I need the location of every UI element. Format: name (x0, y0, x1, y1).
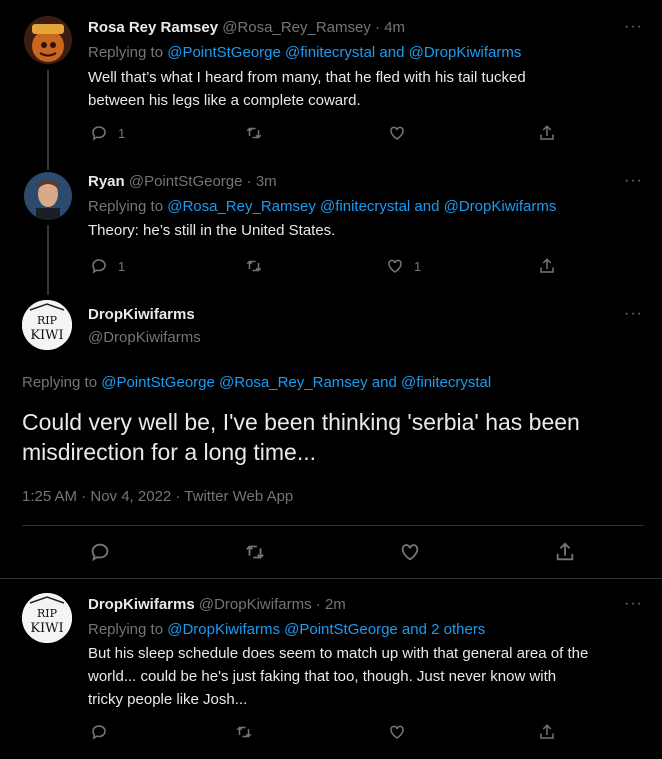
retweet-button[interactable] (243, 541, 267, 563)
reply-count: 1 (118, 258, 126, 274)
heart-icon (390, 126, 404, 140)
replying-to: Replying to @PointStGeorge @Rosa_Rey_Ram… (22, 373, 491, 393)
share-button[interactable] (554, 541, 576, 563)
thread-line (47, 225, 49, 295)
avatar[interactable] (24, 16, 72, 64)
reply-count: 1 (118, 125, 126, 141)
retweet-button[interactable] (244, 124, 264, 142)
reply-icon (92, 126, 106, 141)
tweet-text-line: misdirection for a long time... (22, 439, 317, 465)
heart-icon (390, 725, 404, 739)
display-name[interactable]: Rosa Rey Ramsey (88, 19, 218, 36)
reply-icon (91, 543, 109, 562)
tweet-text-line: tricky people like Josh... (88, 691, 248, 708)
reply-button[interactable]: 1 (90, 257, 125, 275)
replying-label: Replying to (88, 44, 168, 61)
retweet-button[interactable] (234, 723, 254, 741)
tweet-author-handle: @DropKiwifarms (88, 328, 201, 348)
timestamp[interactable]: · 4m (375, 19, 405, 36)
display-name[interactable]: Ryan (88, 173, 125, 190)
tweet-text: Well that’s what I heard from many, that… (88, 66, 648, 112)
tweet-meta[interactable]: 1:25 AM · Nov 4, 2022 · Twitter Web App (22, 487, 293, 507)
share-icon (540, 258, 554, 273)
replying-label: Replying to (88, 198, 168, 215)
display-name[interactable]: DropKiwifarms (88, 306, 195, 323)
share-icon (556, 542, 574, 561)
tweet-text-line: Theory: he’s still in the United States. (88, 222, 336, 239)
more-icon[interactable]: ··· (624, 305, 643, 323)
replying-targets[interactable]: @Rosa_Rey_Ramsey @finitecrystal and @Dro… (167, 198, 556, 215)
tweet-header: Rosa Rey Ramsey @Rosa_Rey_Ramsey · 4m (88, 18, 405, 38)
handle[interactable]: @DropKiwifarms (199, 596, 312, 613)
retweet-icon (246, 545, 264, 559)
tweet-text-line: between his legs like a complete coward. (88, 92, 361, 109)
avatar-text: RIP (37, 314, 58, 327)
like-button[interactable]: 1 (386, 257, 421, 275)
share-icon (540, 724, 554, 739)
more-icon[interactable]: ··· (624, 172, 643, 190)
replying-targets[interactable]: @PointStGeorge @Rosa_Rey_Ramsey and @fin… (101, 374, 491, 391)
tweet-text-line: Well that’s what I heard from many, that… (88, 69, 526, 86)
replying-label: Replying to (22, 374, 102, 391)
avatar[interactable]: RIP KIWI (22, 300, 72, 350)
share-button[interactable] (538, 257, 556, 275)
avatar[interactable]: RIP KIWI (22, 593, 72, 643)
divider (0, 578, 662, 579)
handle[interactable]: @Rosa_Rey_Ramsey (222, 19, 371, 36)
thread-line (47, 70, 49, 170)
heart-icon (388, 259, 402, 273)
tweet-author-name: DropKiwifarms (88, 305, 195, 325)
share-icon (540, 125, 554, 140)
replying-targets[interactable]: @DropKiwifarms @PointStGeorge and 2 othe… (167, 621, 485, 638)
tweet-text: But his sleep schedule does seem to matc… (88, 642, 658, 711)
retweet-button[interactable] (244, 257, 264, 275)
avatar-text: KIWI (30, 621, 63, 636)
reply-icon (92, 725, 106, 740)
like-button[interactable] (388, 723, 406, 741)
avatar-text: KIWI (30, 328, 63, 343)
reply-button[interactable] (89, 541, 111, 563)
more-icon[interactable]: ··· (624, 595, 643, 613)
like-button[interactable] (399, 541, 421, 563)
handle[interactable]: @PointStGeorge (129, 173, 243, 190)
tweet-text-line: world... could be he's just faking that … (88, 668, 557, 685)
retweet-icon (246, 127, 262, 139)
heart-icon (401, 544, 419, 561)
like-count: 1 (414, 258, 422, 274)
display-name[interactable]: DropKiwifarms (88, 596, 195, 613)
divider (22, 525, 644, 526)
replying-to: Replying to @PointStGeorge @finitecrysta… (88, 43, 521, 63)
retweet-icon (246, 260, 262, 272)
timestamp[interactable]: · 2m (316, 596, 346, 613)
tweet-header: Ryan @PointStGeorge · 3m (88, 172, 277, 192)
tweet-text: Theory: he’s still in the United States. (88, 219, 648, 242)
retweet-icon (236, 726, 252, 738)
tweet-text-line: But his sleep schedule does seem to matc… (88, 645, 589, 662)
reply-button[interactable]: 1 (90, 124, 125, 142)
share-button[interactable] (538, 124, 556, 142)
handle[interactable]: @DropKiwifarms (88, 329, 201, 346)
reply-icon (92, 259, 106, 274)
avatar[interactable] (24, 172, 72, 220)
replying-label: Replying to (88, 621, 168, 638)
more-icon[interactable]: ··· (624, 18, 643, 36)
avatar-text: RIP (37, 607, 58, 620)
replying-to: Replying to @Rosa_Rey_Ramsey @finitecrys… (88, 197, 556, 217)
reply-button[interactable] (90, 723, 108, 741)
tweet-text-line: Could very well be, I've been thinking '… (22, 409, 580, 435)
replying-to: Replying to @DropKiwifarms @PointStGeorg… (88, 620, 485, 640)
replying-targets[interactable]: @PointStGeorge @finitecrystal and @DropK… (167, 44, 521, 61)
share-button[interactable] (538, 723, 556, 741)
timestamp[interactable]: · 3m (247, 173, 277, 190)
tweet-header: DropKiwifarms @DropKiwifarms · 2m (88, 595, 346, 615)
tweet-text: Could very well be, I've been thinking '… (22, 407, 652, 467)
like-button[interactable] (388, 124, 406, 142)
